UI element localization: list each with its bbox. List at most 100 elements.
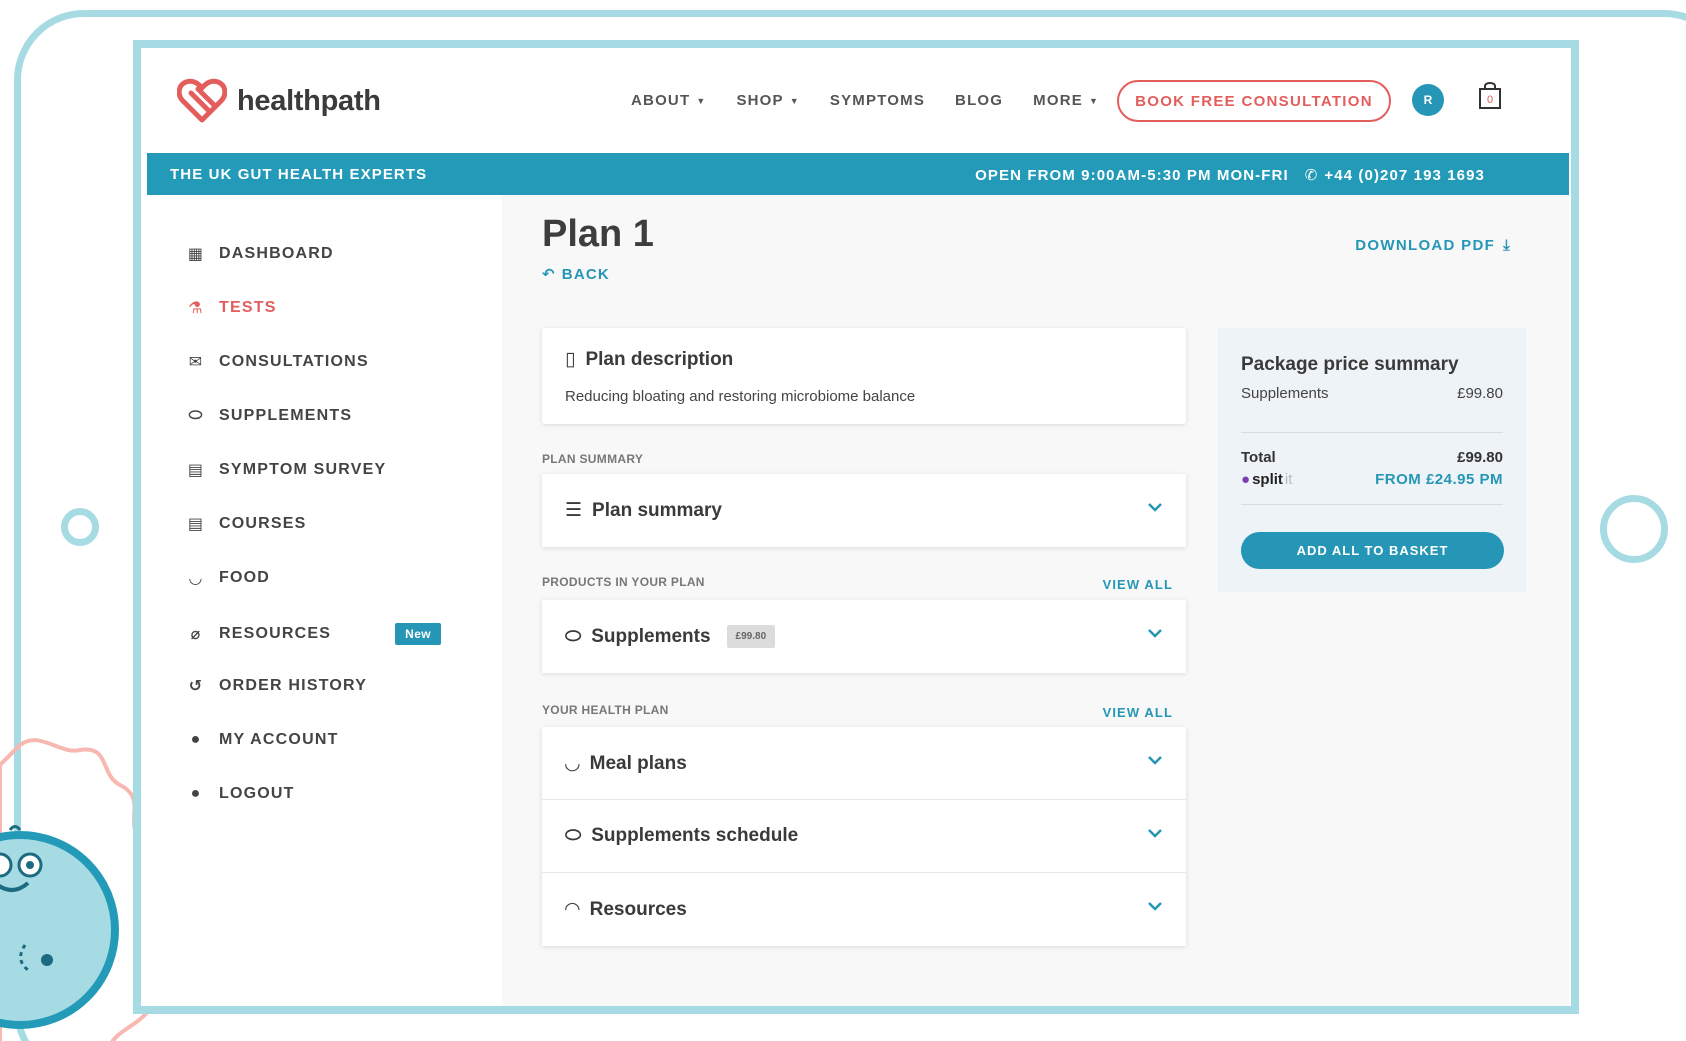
sidebar-item-label: CONSULTATIONS [219,353,369,370]
supplements-schedule-title: ⬭ Supplements schedule [565,825,798,847]
chevron-down-icon [1148,829,1162,838]
bowl-icon: ◡ [565,753,580,774]
sidebar-item-label: COURSES [219,515,307,532]
health-plan-label: YOUR HEALTH PLAN [542,703,669,717]
info-banner: THE UK GUT HEALTH EXPERTS OPEN FROM 9:00… [147,153,1569,195]
sidebar-item-label: SYMPTOM SURVEY [219,461,387,478]
sidebar-item-label: FOOD [219,569,271,586]
supplements-price-badge: £99.80 [726,625,776,648]
splitit-label: split [1252,471,1283,488]
add-all-to-basket-button[interactable]: ADD ALL TO BASKET [1241,532,1504,569]
sidebar-item-label: DASHBOARD [219,245,334,262]
supplements-schedule-accordion[interactable]: ⬭ Supplements schedule [542,800,1186,873]
clipboard-icon: ▤ [187,516,205,533]
meal-plans-title: ◡ Meal plans [565,752,687,775]
phone-icon: ✆ [1304,167,1319,184]
sidebar-item-supplements[interactable]: ⬭ SUPPLEMENTS [187,407,352,425]
caret-down-icon: ▼ [789,95,800,106]
download-pdf-link[interactable]: DOWNLOAD PDF ⤓ [1355,237,1511,254]
pill-icon: ⬭ [188,407,204,424]
sidebar-item-label: MY ACCOUNT [219,731,339,748]
acc-title-text: Supplements [591,625,711,647]
nav-about[interactable]: ABOUT ▼ [631,92,706,109]
history-icon: ↺ [188,678,204,695]
sidebar-item-logout[interactable]: ● LOGOUT [187,785,295,803]
pill-icon: ⬭ [565,625,582,647]
splitit-mark-icon: ● [1241,471,1251,488]
brand-name: healthpath [237,84,381,117]
plan-summary-accordion[interactable]: ☰ Plan summary [542,474,1186,547]
nav-shop-label: SHOP [736,92,784,109]
pill-icon: ⬭ [565,825,582,846]
sidebar-item-my-account[interactable]: ● MY ACCOUNT [187,731,339,749]
resources-accordion[interactable]: ◠ Resources [542,873,1186,946]
sidebar-item-label: RESOURCES [219,625,332,642]
sidebar-item-tests[interactable]: ⚗ TESTS [187,299,277,317]
sidebar-item-courses[interactable]: ▤ COURSES [187,515,307,533]
health-plan-view-all-link[interactable]: VIEW ALL [1103,705,1173,720]
summary-line-supplements: Supplements £99.80 [1241,385,1503,402]
banner-contact: OPEN FROM 9:00AM-5:30 PM MON-FRI ✆ +44 (… [975,166,1485,185]
sidebar-item-label: TESTS [219,299,277,316]
summary-line-value: £99.80 [1457,385,1503,402]
supplements-title: ⬭ Supplements £99.80 [565,625,776,648]
shopping-bag-icon[interactable]: 0 [1477,80,1503,110]
decorative-circle-left [61,508,99,546]
supplements-accordion[interactable]: ⬭ Supplements £99.80 [542,600,1186,673]
summary-divider [1241,432,1503,433]
back-label: BACK [561,265,610,283]
decorative-circle-right [1600,495,1668,563]
total-label: Total [1241,449,1276,466]
plan-description-card: ▯ Plan description Reducing bloating and… [542,328,1186,424]
page-title: Plan 1 [542,213,654,255]
sidebar-item-symptom-survey[interactable]: ▤ SYMPTOM SURVEY [187,461,386,479]
clipboard-icon: ▤ [187,462,205,479]
flask-icon: ⚗ [188,300,204,317]
health-plan-accordion-group: ◡ Meal plans ⬭ Supplements schedule ◠ Re… [542,727,1186,946]
chevron-down-icon [1148,629,1162,638]
acc-title-text: Resources [589,898,687,920]
sidebar-item-food[interactable]: ◡ FOOD [187,569,270,587]
app-window: healthpath ABOUT ▼ SHOP ▼ SYMPTOMS BLOG MO… [141,48,1571,1006]
plan-main-content: Plan 1 ↶ BACK DOWNLOAD PDF ⤓ ▯ Plan desc… [502,195,1569,1006]
package-price-summary: Package price summary Supplements £99.80… [1218,328,1526,592]
summary-divider [1241,504,1503,505]
dashboard-icon: ▦ [187,246,205,263]
phone-number: +44 (0)207 193 1693 [1324,166,1485,184]
sidebar-item-resources[interactable]: ⌀ RESOURCES New [187,623,442,645]
nav-symptoms[interactable]: SYMPTOMS [830,92,925,109]
logo[interactable]: healthpath [177,78,381,124]
chevron-down-icon [1148,503,1162,512]
nav-about-label: ABOUT [631,92,691,109]
sidebar-item-consultations[interactable]: ✉ CONSULTATIONS [187,353,369,371]
nav-shop[interactable]: SHOP ▼ [736,92,799,109]
chat-icon: ✉ [188,354,204,371]
sidebar-item-dashboard[interactable]: ▦ DASHBOARD [187,245,334,263]
nav-blog-label: BLOG [955,92,1004,109]
basket-count: 0 [1487,94,1493,106]
acc-title-text: Plan summary [592,499,722,521]
back-link[interactable]: ↶ BACK [542,265,610,284]
plan-summary-title: ☰ Plan summary [565,499,722,522]
paperclip-icon: ⌀ [190,626,202,643]
phone-link[interactable]: ✆ +44 (0)207 193 1693 [1304,166,1485,185]
plan-description-title: ▯ Plan description [565,348,733,371]
download-label: DOWNLOAD PDF [1355,237,1496,254]
book-consultation-button[interactable]: BOOK FREE CONSULTATION [1117,80,1391,122]
splitit-logo[interactable]: ● split it [1241,471,1292,488]
summary-line-label: Supplements [1241,385,1329,402]
products-view-all-link[interactable]: VIEW ALL [1103,577,1173,592]
chevron-down-icon [1148,902,1162,911]
caret-down-icon: ▼ [696,95,707,106]
nav-blog[interactable]: BLOG [955,92,1003,109]
acc-title-text: Supplements schedule [591,825,799,846]
bowl-icon: ◡ [189,570,203,587]
user-avatar[interactable]: R [1412,84,1444,116]
meal-plans-accordion[interactable]: ◡ Meal plans [542,727,1186,800]
new-badge: New [395,623,442,645]
nav-more[interactable]: MORE ▼ [1033,92,1099,109]
resources-title: ◠ Resources [565,898,687,921]
sidebar-item-order-history[interactable]: ↺ ORDER HISTORY [187,677,367,695]
plan-description-text: Reducing bloating and restoring microbio… [565,388,916,405]
products-label: PRODUCTS IN YOUR PLAN [542,575,705,589]
